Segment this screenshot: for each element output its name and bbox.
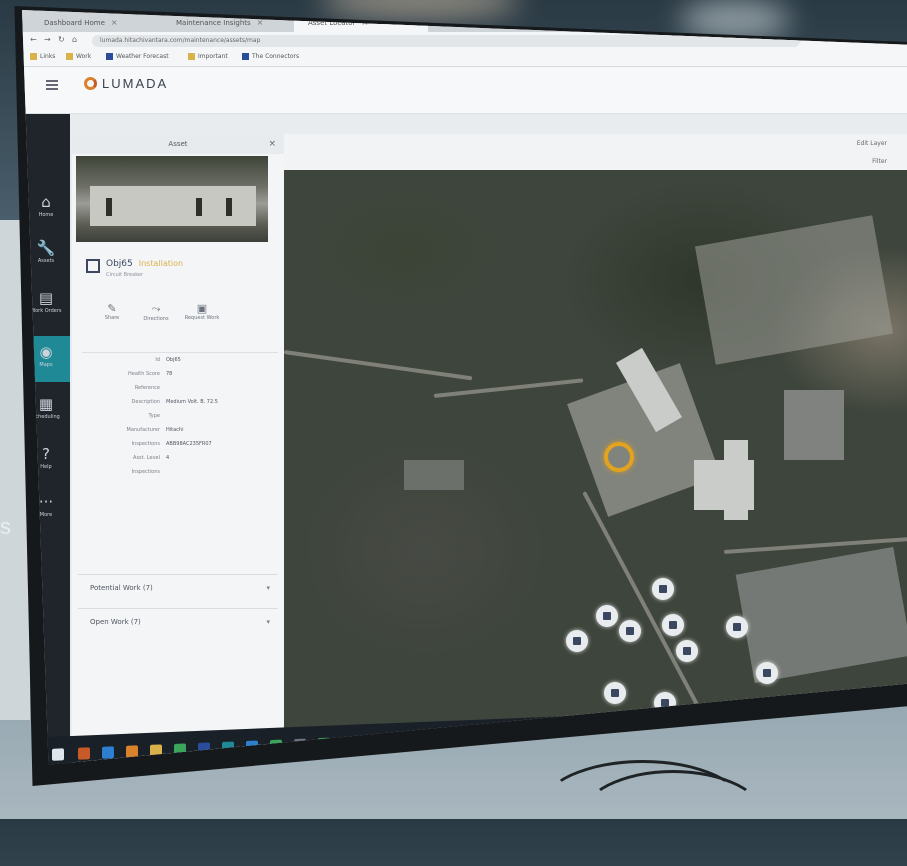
detail-row: Description Medium Volt. B. 72.5: [131, 399, 218, 405]
bookmark-icon: [188, 53, 195, 60]
reload-icon[interactable]: ↻: [58, 35, 65, 44]
asset-pin[interactable]: [604, 682, 626, 704]
taskbar-app-icon[interactable]: [126, 745, 138, 758]
bookmark[interactable]: Links: [30, 53, 55, 60]
asset-actions: ✎ Share ⤳ Directions ▣ Request Work: [92, 302, 252, 336]
asset-type-icon: [86, 259, 100, 273]
taskbar-app-icon[interactable]: [78, 747, 90, 760]
background-text: s: [0, 514, 11, 539]
asset-pin[interactable]: [566, 630, 588, 652]
selected-asset-marker[interactable]: [604, 442, 634, 472]
asset-title: Obj65 Installation: [106, 259, 184, 269]
back-icon[interactable]: ←: [30, 35, 37, 44]
request-work-button[interactable]: ▣ Request Work: [182, 302, 222, 321]
home-browser-icon[interactable]: ⌂: [72, 35, 77, 44]
open-work-accordion[interactable]: Open Work (7) ▾: [78, 608, 278, 634]
map-toolbar: Edit Layer Filter: [284, 134, 907, 171]
menu-icon[interactable]: [46, 80, 58, 90]
asset-status: Installation: [138, 259, 184, 268]
asset-photo-door: [196, 198, 202, 216]
map-road: [433, 378, 584, 398]
bookmark-icon: [242, 53, 249, 60]
close-icon[interactable]: ×: [268, 134, 276, 154]
lumada-logo-icon: [84, 77, 97, 90]
app-logo-text: LUMADA: [102, 76, 169, 91]
close-icon[interactable]: ×: [111, 18, 118, 27]
asset-pin[interactable]: [662, 614, 684, 636]
bookmark-icon: [66, 53, 73, 60]
asset-photo-door: [106, 198, 112, 216]
bookmark-icon: [106, 53, 113, 60]
asset-photo: [76, 156, 268, 242]
map-road: [284, 350, 473, 381]
share-icon: ✎: [107, 302, 117, 315]
panel-title: Asset: [168, 140, 188, 148]
monitor-screen: Dashboard Home × Maintenance Insights × As…: [22, 10, 907, 765]
asset-type: Circuit Breaker: [106, 272, 144, 278]
browser-address-bar: ← → ↻ ⌂ lumada.hitachivantara.com/mainte…: [22, 32, 907, 50]
asset-pin[interactable]: [652, 578, 674, 600]
home-icon: ⌂: [41, 193, 51, 211]
map-lot: [694, 215, 894, 365]
chevron-down-icon: ▾: [266, 584, 270, 592]
taskbar-start-icon[interactable]: [52, 748, 64, 761]
bookmark-icon: [30, 53, 37, 60]
bookmark[interactable]: Important: [188, 53, 228, 60]
directions-button[interactable]: ⤳ Directions: [136, 302, 176, 322]
asset-pin[interactable]: [619, 620, 641, 642]
bookmark[interactable]: Work: [66, 53, 91, 60]
map-building: [784, 390, 844, 460]
asset-photo-door: [226, 198, 232, 216]
bookmark[interactable]: The Connectors: [242, 53, 299, 60]
asset-panel: Asset × Obj65 Installation Circuit Breake…: [72, 134, 285, 765]
taskbar-app-icon[interactable]: [102, 746, 114, 759]
asset-pin[interactable]: [756, 662, 778, 684]
satellite-map[interactable]: [284, 170, 907, 765]
background-light: [320, 0, 520, 20]
chevron-down-icon: ▾: [266, 618, 270, 626]
directions-icon: ⤳: [151, 302, 161, 315]
detail-row: Asst. Level 4: [133, 455, 170, 461]
detail-row: Manufacturer Hitachi: [126, 427, 184, 433]
bookmark[interactable]: Weather Forecast: [106, 53, 169, 60]
edit-layer-button[interactable]: Edit Layer: [857, 140, 887, 147]
bookmarks-bar: Links Work Weather Forecast Important Th…: [22, 50, 907, 67]
panel-header: Asset ×: [72, 134, 284, 154]
share-button[interactable]: ✎ Share: [92, 302, 132, 321]
browser-tab[interactable]: Dashboard Home ×: [30, 14, 164, 32]
asset-pin[interactable]: [726, 616, 748, 638]
filter-button[interactable]: Filter: [872, 158, 887, 165]
detail-row: Inspections: [131, 469, 160, 475]
sidebar-item-home[interactable]: ⌂ Home: [22, 194, 70, 218]
detail-row: Id Obj65: [155, 357, 181, 363]
asset-details: Id Obj65 Health Score 78 Reference Descrip…: [82, 352, 278, 479]
monitor-cable: [580, 770, 766, 866]
detail-row: Type: [148, 413, 160, 419]
close-icon[interactable]: ×: [512, 18, 519, 27]
forward-icon[interactable]: →: [44, 35, 51, 44]
url-field[interactable]: lumada.hitachivantara.com/maintenance/as…: [92, 35, 800, 47]
map-building: [724, 440, 748, 520]
app-header: LUMADA: [22, 67, 907, 114]
request-icon: ▣: [196, 302, 208, 315]
asset-pin[interactable]: [596, 605, 618, 627]
detail-row: Reference: [134, 385, 160, 391]
map-building: [404, 460, 464, 490]
potential-work-accordion[interactable]: Potential Work (7) ▾: [78, 574, 278, 600]
detail-row: Inspections ABB98AC235FR07: [131, 441, 212, 447]
detail-row: Health Score 78: [127, 371, 173, 377]
asset-pin[interactable]: [676, 640, 698, 662]
